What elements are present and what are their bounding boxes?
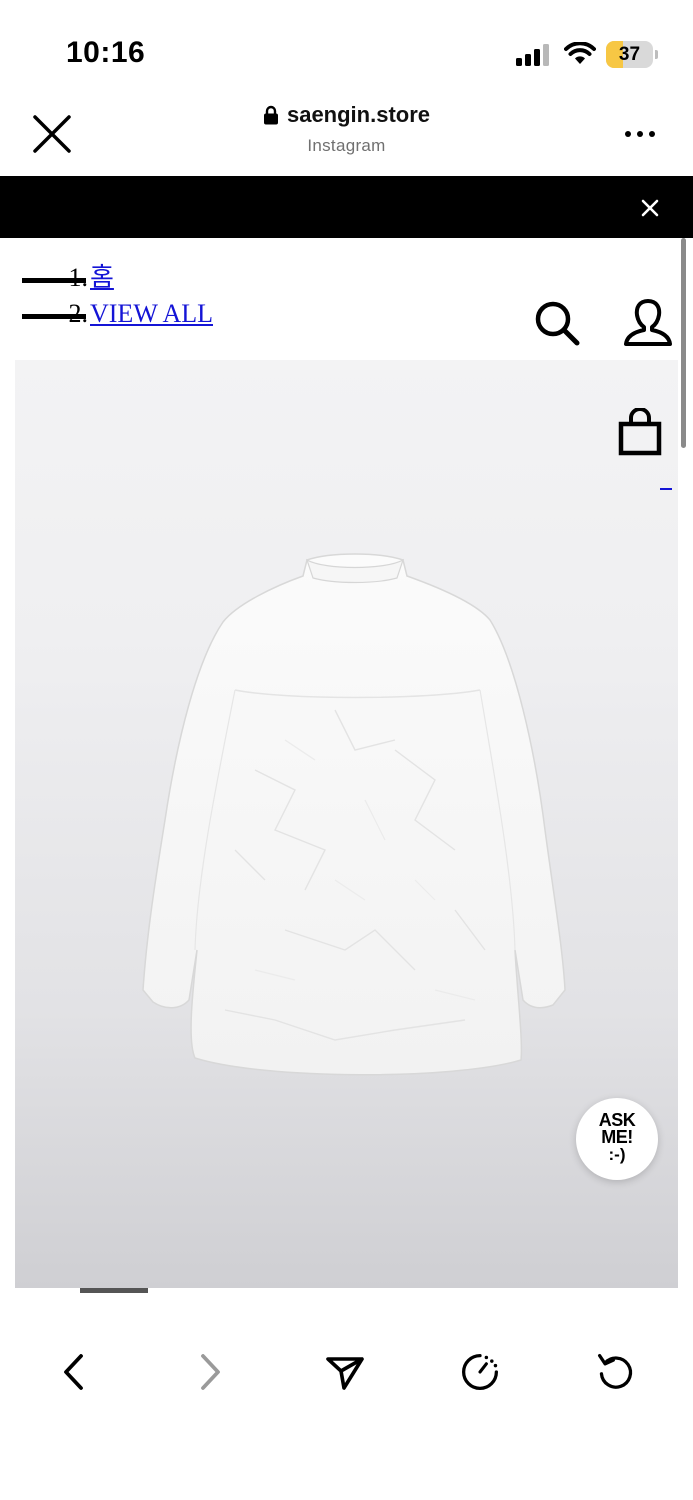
- lock-icon: [263, 105, 278, 125]
- user-icon[interactable]: [622, 298, 674, 348]
- search-icon[interactable]: [534, 300, 580, 346]
- page-load-indicator: [80, 1288, 148, 1293]
- url-source: Instagram: [307, 136, 386, 155]
- ask-me-chat-button[interactable]: ASK ME! :-): [576, 1098, 658, 1180]
- signal-icon: [516, 44, 549, 66]
- reload-icon[interactable]: [596, 1350, 636, 1394]
- battery-level: 37: [618, 44, 641, 65]
- web-page: 1.홈 2.VIEW ALL: [0, 238, 693, 1290]
- timer-icon[interactable]: [460, 1350, 500, 1394]
- breadcrumb-link-view-all[interactable]: VIEW ALL: [90, 299, 213, 328]
- breadcrumb-item: 2.VIEW ALL: [22, 296, 213, 332]
- breadcrumb-link-home[interactable]: 홈: [90, 263, 114, 292]
- chat-button-line2: ME!: [601, 1127, 633, 1147]
- chat-button-line3: :-): [608, 1145, 626, 1164]
- scrollbar[interactable]: [681, 238, 686, 448]
- share-icon[interactable]: [325, 1350, 365, 1394]
- status-time: 10:16: [66, 36, 146, 69]
- shirt-image: [142, 553, 566, 1076]
- back-icon[interactable]: [54, 1350, 94, 1394]
- breadcrumb-item: 1.홈: [22, 260, 213, 296]
- more-icon[interactable]: [622, 120, 658, 148]
- url-bar[interactable]: saengin.store: [0, 102, 693, 130]
- top-banner: [0, 176, 693, 238]
- status-bar: 10:16 37: [0, 0, 693, 90]
- banner-close-icon[interactable]: [638, 196, 662, 220]
- breadcrumb: 1.홈 2.VIEW ALL: [22, 260, 213, 332]
- wifi-icon: [564, 42, 596, 64]
- url-text: saengin.store: [286, 102, 431, 127]
- bottom-toolbar: [0, 1295, 693, 1500]
- forward-icon[interactable]: [190, 1350, 230, 1394]
- battery-icon: 37: [606, 41, 658, 68]
- browser-header: saengin.store Instagram: [0, 92, 693, 176]
- shopping-bag-icon[interactable]: [618, 408, 662, 456]
- cart-count-link[interactable]: [660, 488, 672, 490]
